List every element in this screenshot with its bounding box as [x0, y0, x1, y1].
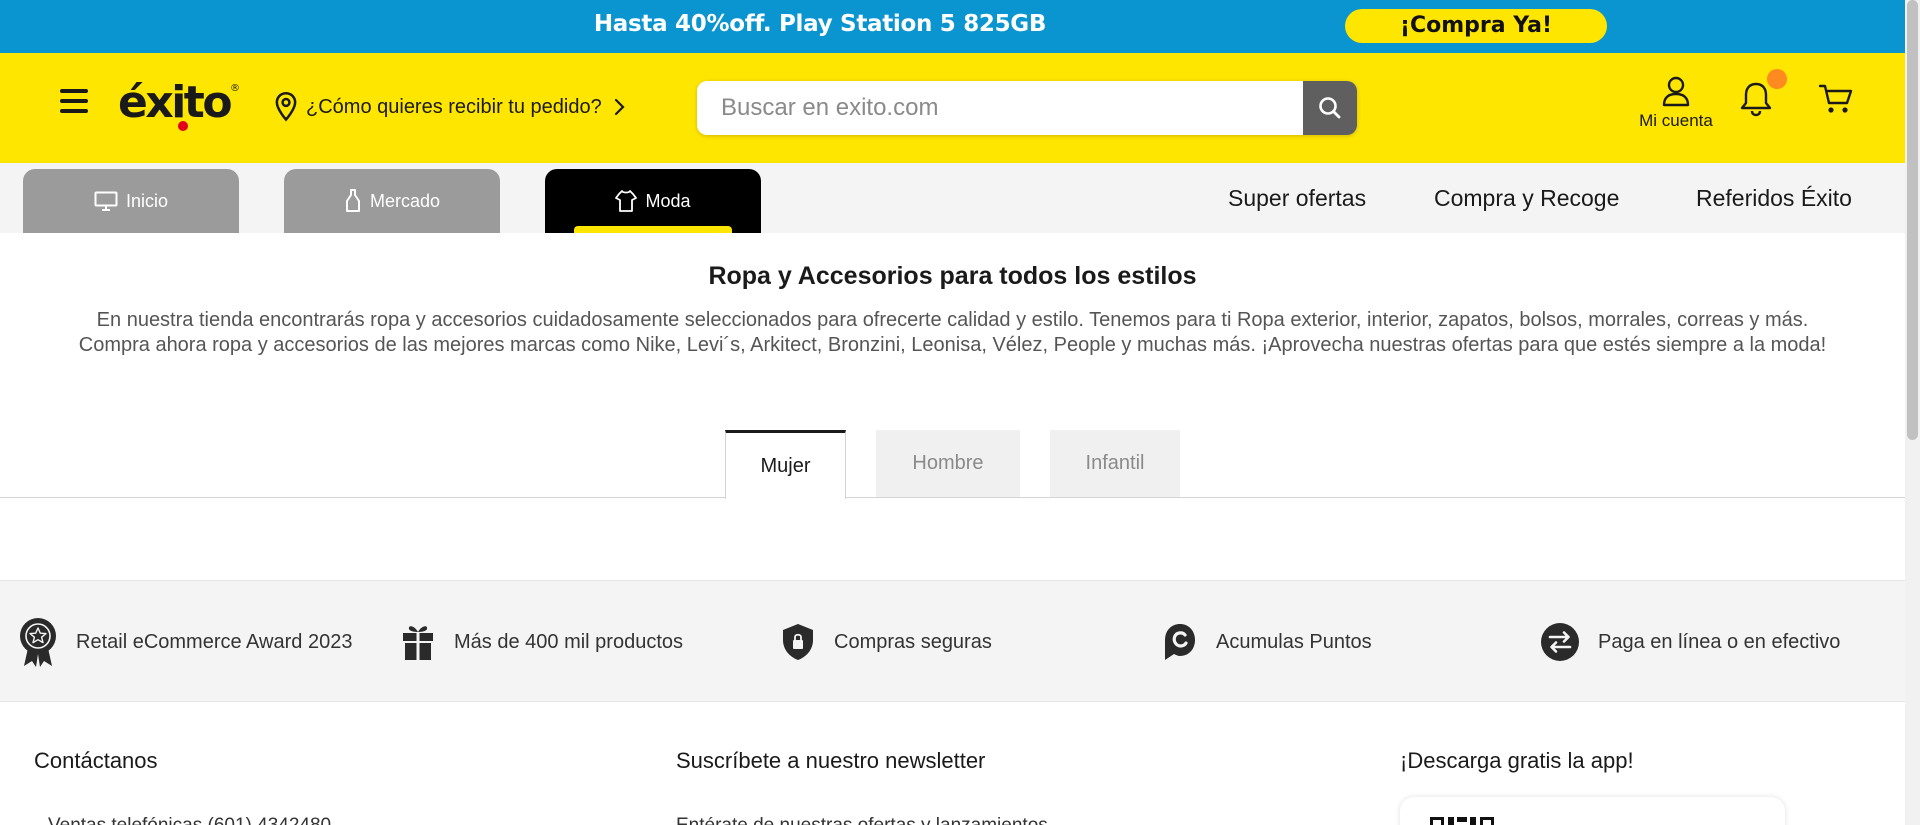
- benefit-label: Paga en línea o en efectivo: [1598, 631, 1841, 653]
- page-description: En nuestra tienda encontrarás ropa y acc…: [78, 309, 1827, 356]
- qr-code-icon: [1430, 817, 1494, 825]
- promo-banner[interactable]: Hasta 40%off. Play Station 5 825GB ¡Comp…: [0, 0, 1905, 53]
- account-label: Mi cuenta: [1639, 111, 1713, 130]
- gift-icon: [403, 626, 433, 660]
- nav-link-super-ofertas[interactable]: Super ofertas: [1228, 185, 1366, 212]
- points-icon: [1165, 624, 1195, 660]
- tab-hombre[interactable]: Hombre: [876, 430, 1020, 497]
- exito-logo[interactable]: éxito ®: [118, 75, 240, 131]
- store-tab-label: Mercado: [369, 190, 441, 211]
- footer-newsletter-title: Suscríbete a nuestro newsletter: [676, 748, 986, 773]
- store-tab-moda[interactable]: Moda: [545, 169, 761, 233]
- logo-text: éxito: [118, 77, 233, 128]
- nav-link-compra-recoge[interactable]: Compra y Recoge: [1434, 185, 1619, 212]
- benefit-label: Retail eCommerce Award 2023: [76, 631, 353, 653]
- benefit-label: Acumulas Puntos: [1216, 631, 1372, 653]
- active-tab-indicator: [574, 226, 732, 233]
- location-pin-icon: [275, 92, 297, 122]
- store-tab-label: Moda: [645, 190, 691, 211]
- nav-link-referidos[interactable]: Referidos Éxito: [1696, 185, 1852, 212]
- scrollbar-thumb[interactable]: [1907, 0, 1918, 440]
- benefits-bar: Retail eCommerce Award 2023 Más de 400 m…: [0, 580, 1905, 702]
- menu-icon[interactable]: [60, 89, 88, 115]
- benefit-payment: Paga en línea o en efectivo: [1540, 581, 1840, 703]
- cart-icon[interactable]: [1818, 81, 1854, 117]
- benefit-award: Retail eCommerce Award 2023: [18, 581, 358, 703]
- award-medal-icon: [20, 618, 56, 667]
- exchange-icon: [1541, 623, 1579, 661]
- shield-lock-icon: [783, 624, 813, 660]
- search-input[interactable]: [697, 81, 1303, 135]
- tabs-divider: [0, 497, 1905, 498]
- user-icon: [1662, 76, 1690, 107]
- tab-mujer[interactable]: Mujer: [725, 430, 846, 499]
- notification-badge: [1767, 69, 1787, 89]
- footer-app-title: ¡Descarga gratis la app!: [1400, 748, 1634, 773]
- main-nav: Inicio Mercado Moda Super ofertas Compra…: [0, 163, 1905, 233]
- benefit-points: Acumulas Puntos: [1162, 581, 1372, 703]
- monitor-icon: [94, 191, 118, 211]
- site-header: éxito ® ¿Cómo quieres recibir tu pedido?…: [0, 53, 1905, 163]
- store-tab-label: Inicio: [125, 190, 169, 211]
- benefit-label: Más de 400 mil productos: [454, 631, 684, 653]
- benefit-label: Compras seguras: [834, 631, 992, 653]
- search-button[interactable]: [1303, 81, 1357, 135]
- app-download-card[interactable]: [1400, 797, 1785, 825]
- store-tab-inicio[interactable]: Inicio: [23, 169, 239, 233]
- footer-newsletter-line: Entérate de nuestras ofertas y lanzamien…: [676, 815, 1048, 825]
- page-title: Ropa y Accesorios para todos los estilos: [708, 262, 1197, 290]
- footer-contact-title: Contáctanos: [34, 748, 158, 773]
- bottle-icon: [345, 189, 360, 212]
- promo-cta-button[interactable]: ¡Compra Ya!: [1345, 9, 1607, 43]
- registered-mark: ®: [230, 83, 240, 94]
- benefit-products: Más de 400 mil productos: [400, 581, 683, 703]
- shirt-icon: [615, 190, 638, 212]
- account-button[interactable]: Mi cuenta: [1628, 75, 1724, 131]
- search-icon: [1319, 97, 1341, 119]
- delivery-label: ¿Cómo quieres recibir tu pedido?: [306, 95, 602, 118]
- chevron-right-icon: [614, 98, 625, 116]
- delivery-selector[interactable]: ¿Cómo quieres recibir tu pedido?: [272, 90, 628, 124]
- store-tab-mercado[interactable]: Mercado: [284, 169, 500, 233]
- search-box: [697, 81, 1357, 135]
- benefit-secure: Compras seguras: [780, 581, 992, 703]
- tab-infantil[interactable]: Infantil: [1050, 430, 1180, 497]
- footer-contact-line[interactable]: Ventas telefónicas (601) 4342480: [48, 815, 331, 825]
- logo-dot: [178, 121, 188, 131]
